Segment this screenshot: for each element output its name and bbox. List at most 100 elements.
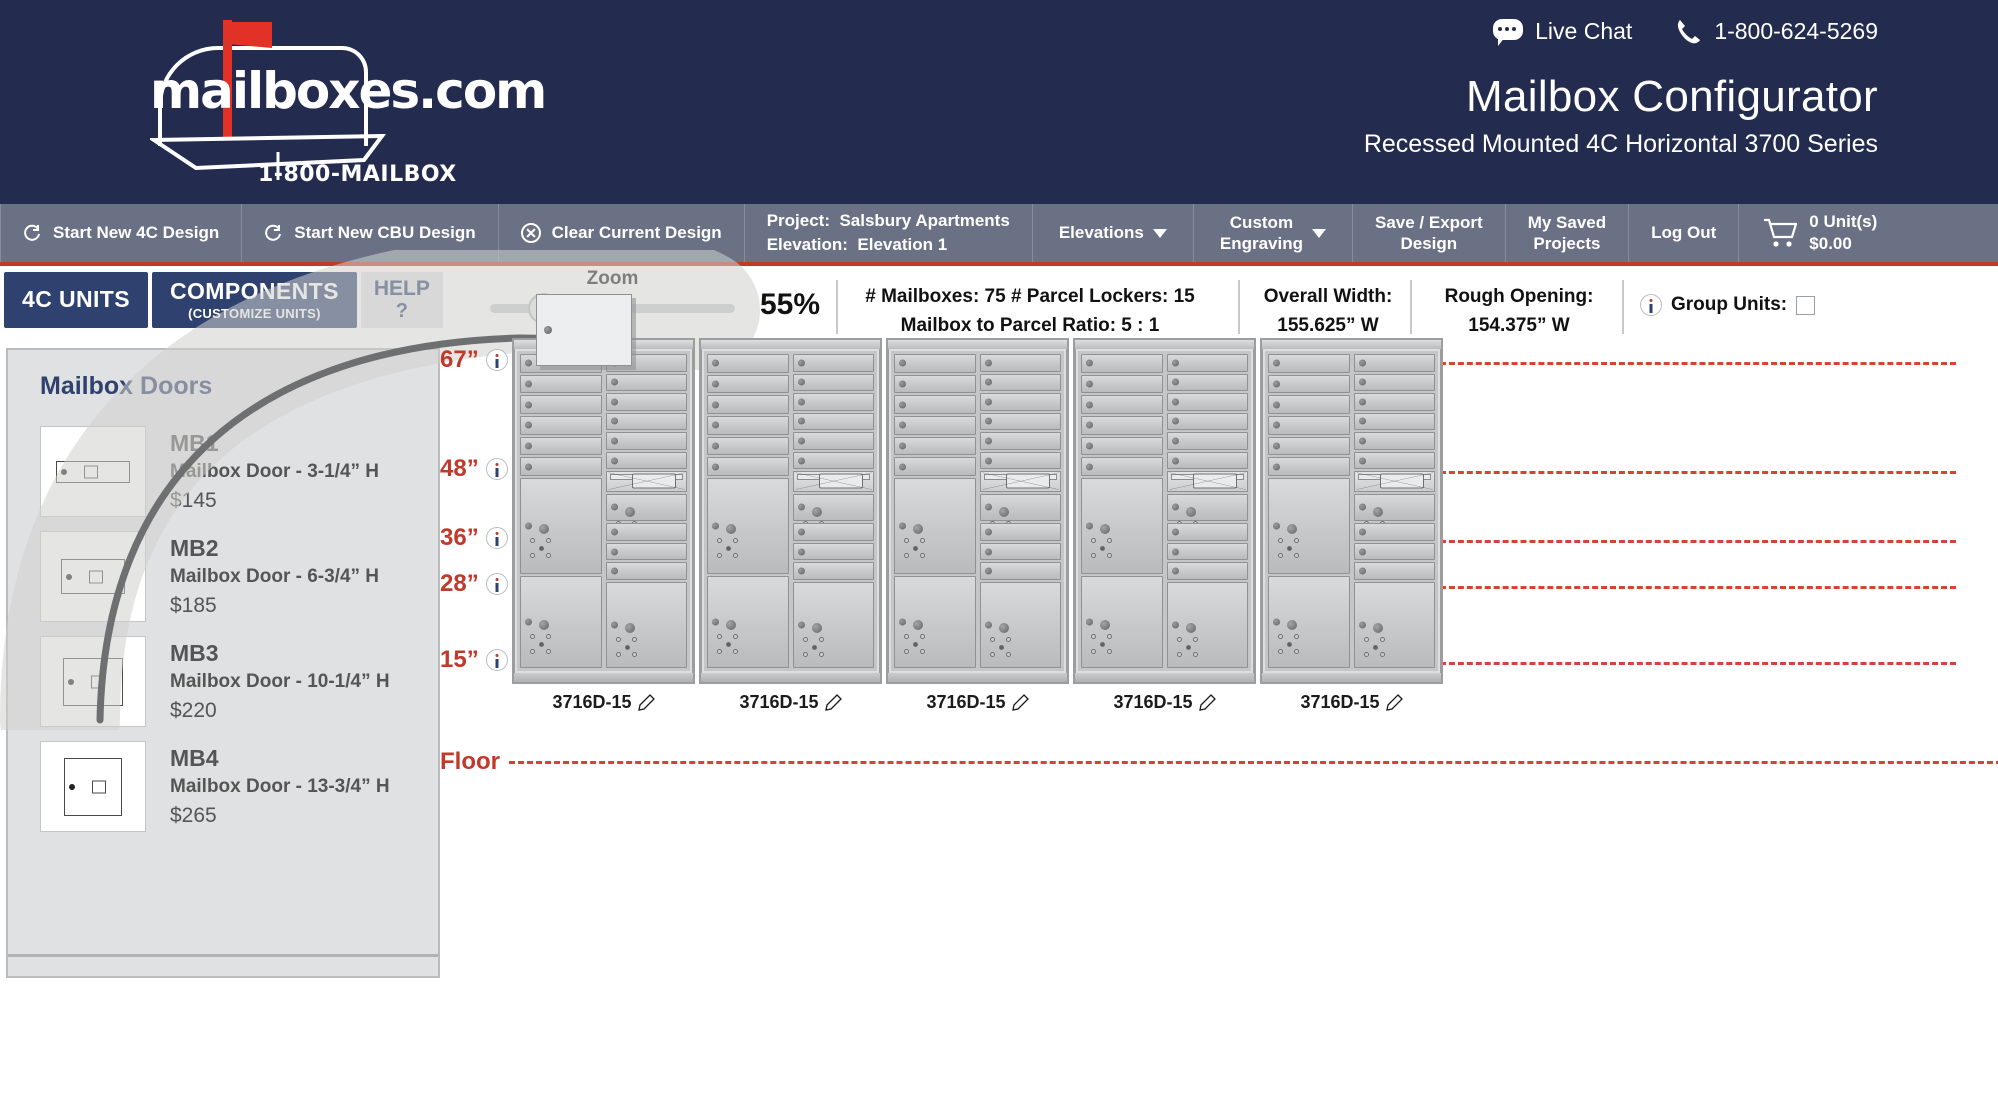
parcel-locker-door[interactable] — [1268, 477, 1350, 574]
parcel-locker-door[interactable] — [520, 477, 602, 574]
mailbox-door[interactable] — [707, 354, 789, 373]
info-icon[interactable] — [485, 573, 508, 595]
mailbox-door[interactable] — [1268, 415, 1350, 435]
mailbox-door[interactable] — [894, 436, 976, 456]
parcel-locker-door[interactable] — [1166, 493, 1248, 541]
custom-engraving-dropdown[interactable]: Custom Engraving — [1194, 204, 1353, 262]
mailbox-door[interactable] — [1081, 395, 1163, 414]
edit-pencil-icon[interactable] — [1011, 694, 1029, 711]
usps-master-panel[interactable] — [1353, 471, 1435, 492]
save-export-design-button[interactable]: Save / Export Design — [1353, 204, 1506, 262]
mailbox-door[interactable] — [1081, 374, 1163, 394]
parcel-locker-door[interactable] — [1268, 575, 1350, 668]
door-thumbnail[interactable] — [40, 636, 146, 727]
parcel-locker-door[interactable] — [605, 581, 687, 668]
mailbox-door[interactable] — [1166, 354, 1248, 372]
mailbox-door[interactable] — [1353, 354, 1435, 372]
dragged-door-preview[interactable] — [536, 294, 632, 366]
mailbox-door[interactable] — [792, 562, 874, 580]
mailbox-door[interactable] — [1353, 542, 1435, 561]
info-icon[interactable] — [485, 527, 508, 549]
parcel-locker-door[interactable] — [1353, 493, 1435, 541]
info-icon[interactable] — [485, 458, 508, 480]
mailbox-unit[interactable] — [1260, 338, 1443, 684]
mailbox-door[interactable] — [1268, 374, 1350, 394]
site-logo[interactable]: mailboxes.com 1-800-MAILBOX — [150, 14, 547, 189]
mailbox-door[interactable] — [1081, 415, 1163, 435]
parcel-locker-door[interactable] — [1081, 575, 1163, 668]
door-thumbnail[interactable] — [40, 741, 146, 832]
mailbox-door[interactable] — [707, 395, 789, 414]
parcel-locker-door[interactable] — [979, 493, 1061, 541]
mailbox-door[interactable] — [1166, 562, 1248, 580]
live-chat-link[interactable]: Live Chat — [1493, 18, 1632, 46]
mailbox-door[interactable] — [1166, 451, 1248, 470]
edit-pencil-icon[interactable] — [1198, 694, 1216, 711]
tab-4c-units[interactable]: 4C UNITS — [4, 272, 148, 328]
edit-pencil-icon[interactable] — [824, 694, 842, 711]
mailbox-door[interactable] — [792, 523, 874, 541]
usps-master-panel[interactable] — [605, 471, 687, 492]
edit-pencil-icon[interactable] — [1385, 694, 1403, 711]
mailbox-door[interactable] — [605, 542, 687, 561]
mailbox-door[interactable] — [1268, 354, 1350, 373]
mailbox-door[interactable] — [894, 395, 976, 414]
tab-help[interactable]: HELP ? — [360, 272, 443, 328]
start-new-4c-design-button[interactable]: Start New 4C Design — [0, 204, 243, 262]
door-thumbnail[interactable] — [40, 531, 146, 622]
mailbox-door[interactable] — [707, 374, 789, 394]
door-option-mb2[interactable]: MB2 Mailbox Door - 6-3/4” H $185 — [8, 524, 438, 629]
edit-pencil-icon[interactable] — [637, 694, 655, 711]
mailbox-door[interactable] — [979, 562, 1061, 580]
phone-link[interactable]: 1-800-624-5269 — [1676, 18, 1878, 45]
mailbox-unit[interactable] — [699, 338, 882, 684]
mailbox-door[interactable] — [979, 523, 1061, 541]
mailbox-door[interactable] — [894, 374, 976, 394]
log-out-button[interactable]: Log Out — [1629, 204, 1740, 262]
parcel-locker-door[interactable] — [894, 575, 976, 668]
parcel-locker-door[interactable] — [1353, 581, 1435, 668]
mailbox-door[interactable] — [1081, 436, 1163, 456]
mailbox-door[interactable] — [1353, 412, 1435, 431]
my-saved-projects-button[interactable]: My Saved Projects — [1506, 204, 1630, 262]
mailbox-door[interactable] — [520, 374, 602, 394]
mailbox-door[interactable] — [1081, 354, 1163, 373]
mailbox-door[interactable] — [1166, 432, 1248, 450]
unit-model-label[interactable]: 3716D-15 — [699, 692, 882, 713]
mailbox-door[interactable] — [520, 415, 602, 435]
mailbox-door[interactable] — [979, 451, 1061, 470]
parcel-locker-door[interactable] — [707, 477, 789, 574]
unit-model-label[interactable]: 3716D-15 — [1073, 692, 1256, 713]
mailbox-door[interactable] — [1166, 373, 1248, 392]
parcel-locker-door[interactable] — [979, 581, 1061, 668]
mailbox-door[interactable] — [1166, 523, 1248, 541]
mailbox-door[interactable] — [1353, 451, 1435, 470]
mailbox-door[interactable] — [520, 436, 602, 456]
info-icon[interactable] — [1640, 294, 1662, 316]
mailbox-door[interactable] — [605, 412, 687, 431]
mailbox-door[interactable] — [792, 542, 874, 561]
unit-model-label[interactable]: 3716D-15 — [1260, 692, 1443, 713]
parcel-locker-door[interactable] — [605, 493, 687, 541]
mailbox-door[interactable] — [979, 412, 1061, 431]
mailbox-door[interactable] — [979, 432, 1061, 450]
mailbox-door[interactable] — [520, 395, 602, 414]
mailbox-door[interactable] — [605, 523, 687, 541]
mailbox-unit[interactable] — [512, 338, 695, 684]
start-new-cbu-design-button[interactable]: Start New CBU Design — [242, 204, 499, 262]
clear-current-design-button[interactable]: Clear Current Design — [499, 204, 745, 262]
cart-button[interactable]: 0 Unit(s) $0.00 — [1739, 204, 1901, 262]
mailbox-door[interactable] — [1166, 542, 1248, 561]
mailbox-door[interactable] — [1268, 395, 1350, 414]
mailbox-door[interactable] — [1353, 523, 1435, 541]
parcel-locker-door[interactable] — [792, 493, 874, 541]
mailbox-door[interactable] — [894, 457, 976, 476]
mailbox-door[interactable] — [979, 542, 1061, 561]
mailbox-door[interactable] — [1353, 393, 1435, 411]
door-thumbnail[interactable] — [40, 426, 146, 517]
mailbox-door[interactable] — [707, 436, 789, 456]
mailbox-door[interactable] — [1268, 457, 1350, 476]
mailbox-door[interactable] — [792, 432, 874, 450]
mailbox-door[interactable] — [520, 457, 602, 476]
info-icon[interactable] — [485, 349, 508, 371]
